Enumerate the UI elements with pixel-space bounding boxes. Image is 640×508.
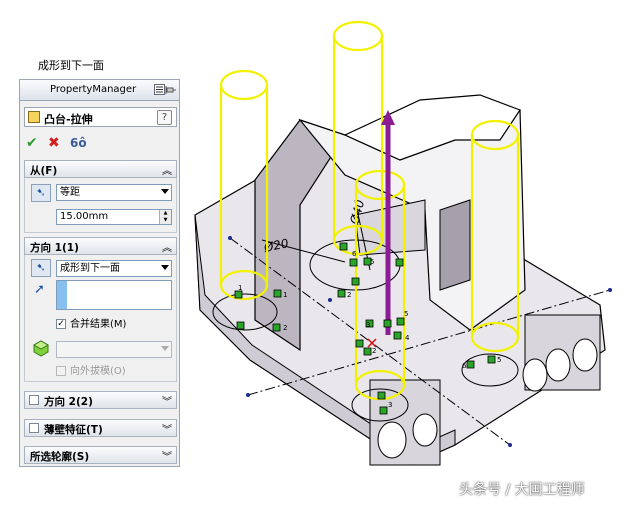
svg-text:3: 3 (388, 401, 392, 409)
checkbox-box[interactable]: ✓ (56, 319, 66, 329)
thin-feature-group-header[interactable]: 薄壁特征(T) ︾ (24, 419, 177, 437)
svg-text:5: 5 (497, 356, 501, 364)
from-group-header[interactable]: 从(F) ︽ (24, 160, 177, 178)
direction-arrow-icon: ➚ (34, 282, 45, 297)
thin-feature-group-label: 薄壁特征(T) (44, 424, 103, 436)
from-group-body: ➷ 等距 15.00mm ▲ ▼ (24, 178, 177, 233)
merge-result-label: 合并结果(M) (70, 319, 127, 330)
model-drawing[interactable]: Ø20 Ø40 1 1 2 2 2 6 5 3 4 5 3 5 6 (185, 0, 640, 505)
property-manager-header: PropertyManager (20, 80, 179, 101)
collapse-icon[interactable] (154, 84, 165, 95)
svg-text:3: 3 (366, 321, 370, 329)
start-condition-icon: ➷ (31, 184, 51, 202)
property-manager-title: PropertyManager (50, 84, 137, 95)
pin-icon[interactable] (165, 86, 176, 94)
direction1-group-body: ➷ 成形到下一面 ➚ ✓ 合并结果(M) 向外拔模(O) (24, 255, 177, 382)
detailed-preview-button[interactable]: 6ô (70, 135, 87, 151)
feature-title-row: 凸台-拉伸 ? (24, 107, 177, 127)
end-condition-icon: ➷ (31, 259, 51, 277)
cancel-button[interactable]: ✖ (48, 135, 60, 151)
svg-text:2: 2 (372, 347, 376, 355)
direction1-group-label: 方向 1(1) (30, 242, 79, 254)
start-condition-select[interactable]: 等距 (56, 184, 172, 201)
offset-distance-field[interactable]: 15.00mm ▲ ▼ (56, 209, 172, 225)
collapse-chevron-icon[interactable]: ︽ (162, 239, 172, 254)
svg-text:1: 1 (238, 284, 242, 292)
svg-text:6: 6 (352, 250, 357, 258)
graphics-viewport[interactable]: Ø20 Ø40 1 1 2 2 2 6 5 3 4 5 3 5 6 头条号 / … (185, 0, 640, 505)
slot-opening (439, 199, 471, 291)
draft-angle-field[interactable] (56, 341, 172, 358)
end-condition-select[interactable]: 成形到下一面 (56, 260, 172, 277)
svg-text:1: 1 (283, 291, 287, 299)
svg-text:2: 2 (283, 324, 287, 332)
list-selection-marker (57, 281, 67, 309)
expand-chevron-icon[interactable]: ︾ (162, 421, 172, 436)
chevron-down-icon (161, 189, 169, 194)
direction-reference-list[interactable] (56, 280, 172, 310)
lug-right (522, 314, 601, 392)
direction2-group-label: 方向 2(2) (44, 396, 93, 408)
draft-icon (31, 339, 51, 357)
property-manager-panel: PropertyManager 凸台-拉伸 ? ✔ ✖ 6ô 从(F) ︽ ➷ (19, 79, 180, 467)
direction2-checkbox[interactable] (29, 395, 39, 405)
boss-extrude-icon (28, 111, 40, 123)
checkbox-box[interactable] (56, 366, 66, 376)
chevron-down-icon (161, 346, 169, 351)
draft-outward-checkbox[interactable]: 向外拔模(O) (56, 365, 166, 378)
start-condition-value: 等距 (60, 187, 80, 198)
feature-caption: 成形到下一面 (38, 59, 104, 72)
expand-chevron-icon[interactable]: ︾ (162, 448, 172, 463)
spin-up-icon[interactable]: ▲ (159, 210, 171, 217)
direction2-group-header[interactable]: 方向 2(2) ︾ (24, 391, 177, 409)
collapse-chevron-icon[interactable]: ︽ (162, 162, 172, 177)
svg-text:6: 6 (462, 362, 467, 370)
svg-text:2: 2 (347, 291, 351, 299)
svg-text:4: 4 (405, 334, 410, 342)
panel-controls (154, 84, 176, 95)
help-icon[interactable]: ? (157, 110, 172, 125)
merge-result-checkbox[interactable]: ✓ 合并结果(M) (56, 318, 166, 331)
end-condition-value: 成形到下一面 (60, 263, 120, 274)
from-group-label: 从(F) (30, 165, 58, 177)
watermark: 头条号 / 大国工程师 (459, 482, 585, 498)
svg-text:5: 5 (404, 310, 408, 318)
draft-outward-label: 向外拔模(O) (70, 366, 126, 377)
feature-title: 凸台-拉伸 (44, 113, 93, 126)
direction1-group-header[interactable]: 方向 1(1) ︽ (24, 237, 177, 255)
offset-distance-value: 15.00mm (60, 211, 109, 222)
expand-chevron-icon[interactable]: ︾ (162, 393, 172, 408)
selected-contours-group-header[interactable]: 所选轮廓(S) ︾ (24, 446, 177, 464)
svg-text:5: 5 (370, 258, 374, 266)
thin-feature-checkbox[interactable] (29, 423, 39, 433)
ok-button[interactable]: ✔ (26, 135, 38, 151)
spin-down-icon[interactable]: ▼ (159, 217, 171, 224)
chevron-down-icon (161, 265, 169, 270)
selected-contours-group-label: 所选轮廓(S) (30, 451, 90, 463)
